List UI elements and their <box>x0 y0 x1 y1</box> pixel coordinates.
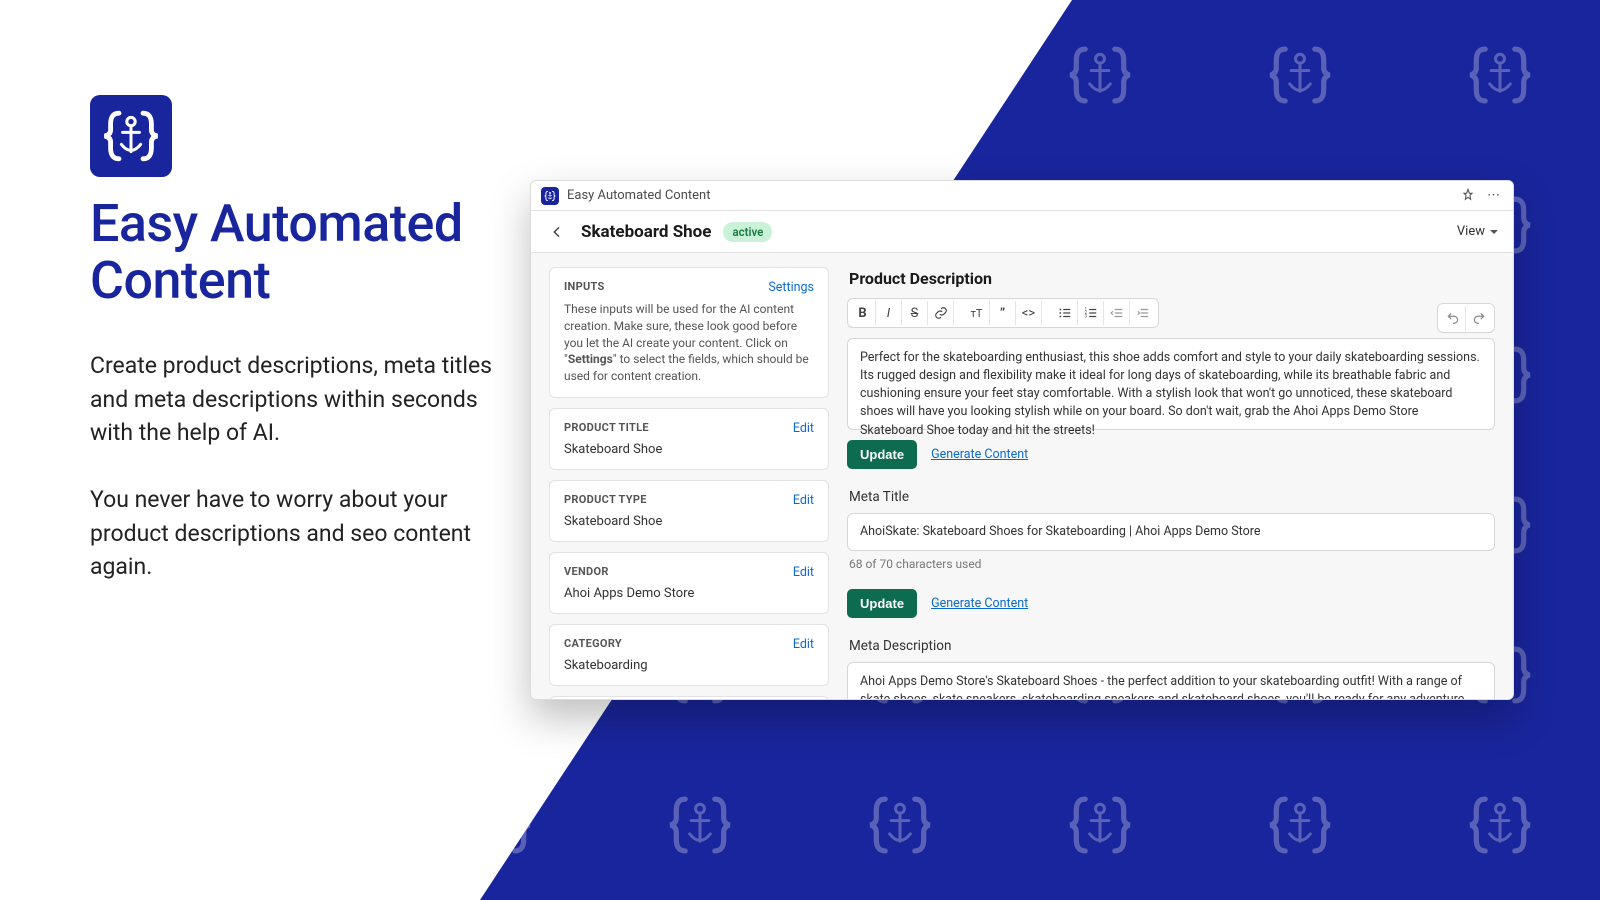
settings-link[interactable]: Settings <box>768 280 814 295</box>
hero-paragraph-2: You never have to worry about your produ… <box>90 483 520 583</box>
status-badge: active <box>723 222 772 242</box>
meta-title-label: Meta Title <box>849 489 1495 505</box>
view-dropdown[interactable]: View <box>1457 224 1499 239</box>
edit-link[interactable]: Edit <box>793 565 814 580</box>
outdent-button[interactable] <box>1104 301 1130 325</box>
field-vendor: VENDOR Edit Ahoi Apps Demo Store <box>549 552 829 614</box>
field-label: PRODUCT TYPE <box>564 493 647 506</box>
meta-description-input[interactable]: Ahoi Apps Demo Store's Skateboard Shoes … <box>847 662 1495 700</box>
field-value: Skateboarding <box>564 658 814 673</box>
field-product-type: PRODUCT TYPE Edit Skateboard Shoe <box>549 480 829 542</box>
edit-link[interactable]: Edit <box>793 637 814 652</box>
app-titlebar: Easy Automated Content ⋯ <box>531 181 1513 211</box>
hero-paragraph-1: Create product descriptions, meta titles… <box>90 349 520 449</box>
undo-redo-group <box>1437 303 1495 333</box>
app-logo-icon <box>541 187 559 205</box>
undo-button[interactable] <box>1440 306 1466 330</box>
inputs-description: These inputs will be used for the AI con… <box>564 301 814 385</box>
more-icon[interactable]: ⋯ <box>1485 187 1503 205</box>
bullet-list-button[interactable] <box>1052 301 1078 325</box>
page-title: Skateboard Shoe <box>581 222 711 242</box>
field-value: Skateboard Shoe <box>564 514 814 529</box>
field-category: CATEGORY Edit Skateboarding <box>549 624 829 686</box>
update-description-button[interactable]: Update <box>847 440 917 469</box>
rich-text-toolbar: B I S тT ” <> <box>847 298 1159 328</box>
generate-meta-title-link[interactable]: Generate Content <box>931 596 1028 611</box>
svg-text:3: 3 <box>1084 314 1087 319</box>
back-button[interactable] <box>545 220 569 244</box>
field-label: CATEGORY <box>564 637 622 650</box>
product-description-heading: Product Description <box>849 269 1495 288</box>
marketing-column: Easy Automated Content Create product de… <box>90 95 520 617</box>
edit-link[interactable]: Edit <box>793 493 814 508</box>
field-value: Ahoi Apps Demo Store <box>564 586 814 601</box>
meta-title-input[interactable]: AhoiSkate: Skateboard Shoes for Skateboa… <box>847 513 1495 551</box>
app-window-title: Easy Automated Content <box>567 188 710 203</box>
field-label: PRODUCT TITLE <box>564 421 649 434</box>
link-button[interactable] <box>928 301 954 325</box>
code-button[interactable]: <> <box>1016 301 1042 325</box>
inputs-card: INPUTS Settings These inputs will be use… <box>549 267 829 398</box>
inputs-heading: INPUTS <box>564 280 605 293</box>
bold-button[interactable]: B <box>850 301 876 325</box>
app-header: Skateboard Shoe active View <box>531 211 1513 253</box>
redo-button[interactable] <box>1466 306 1492 330</box>
meta-title-char-count: 68 of 70 characters used <box>849 557 1495 571</box>
pin-icon[interactable] <box>1459 187 1477 205</box>
brand-logo-icon <box>90 95 172 177</box>
field-value: Skateboard Shoe <box>564 442 814 457</box>
text-size-button[interactable]: тT <box>964 301 990 325</box>
indent-button[interactable] <box>1130 301 1156 325</box>
generate-description-link[interactable]: Generate Content <box>931 447 1028 462</box>
field-label: VENDOR <box>564 565 609 578</box>
meta-description-label: Meta Description <box>849 638 1495 654</box>
update-meta-title-button[interactable]: Update <box>847 589 917 618</box>
view-label: View <box>1457 224 1485 239</box>
edit-link[interactable]: Edit <box>793 421 814 436</box>
field-keywords: KEYWORDS Edit Skateboard shoes, skateboa… <box>549 696 829 700</box>
hero-title: Easy Automated Content <box>90 195 520 309</box>
quote-button[interactable]: ” <box>990 301 1016 325</box>
app-window: Easy Automated Content ⋯ Skateboard Shoe… <box>530 180 1514 700</box>
product-description-editor[interactable]: Perfect for the skateboarding enthusiast… <box>847 338 1495 430</box>
numbered-list-button[interactable]: 123 <box>1078 301 1104 325</box>
field-product-title: PRODUCT TITLE Edit Skateboard Shoe <box>549 408 829 470</box>
italic-button[interactable]: I <box>876 301 902 325</box>
strikethrough-button[interactable]: S <box>902 301 928 325</box>
